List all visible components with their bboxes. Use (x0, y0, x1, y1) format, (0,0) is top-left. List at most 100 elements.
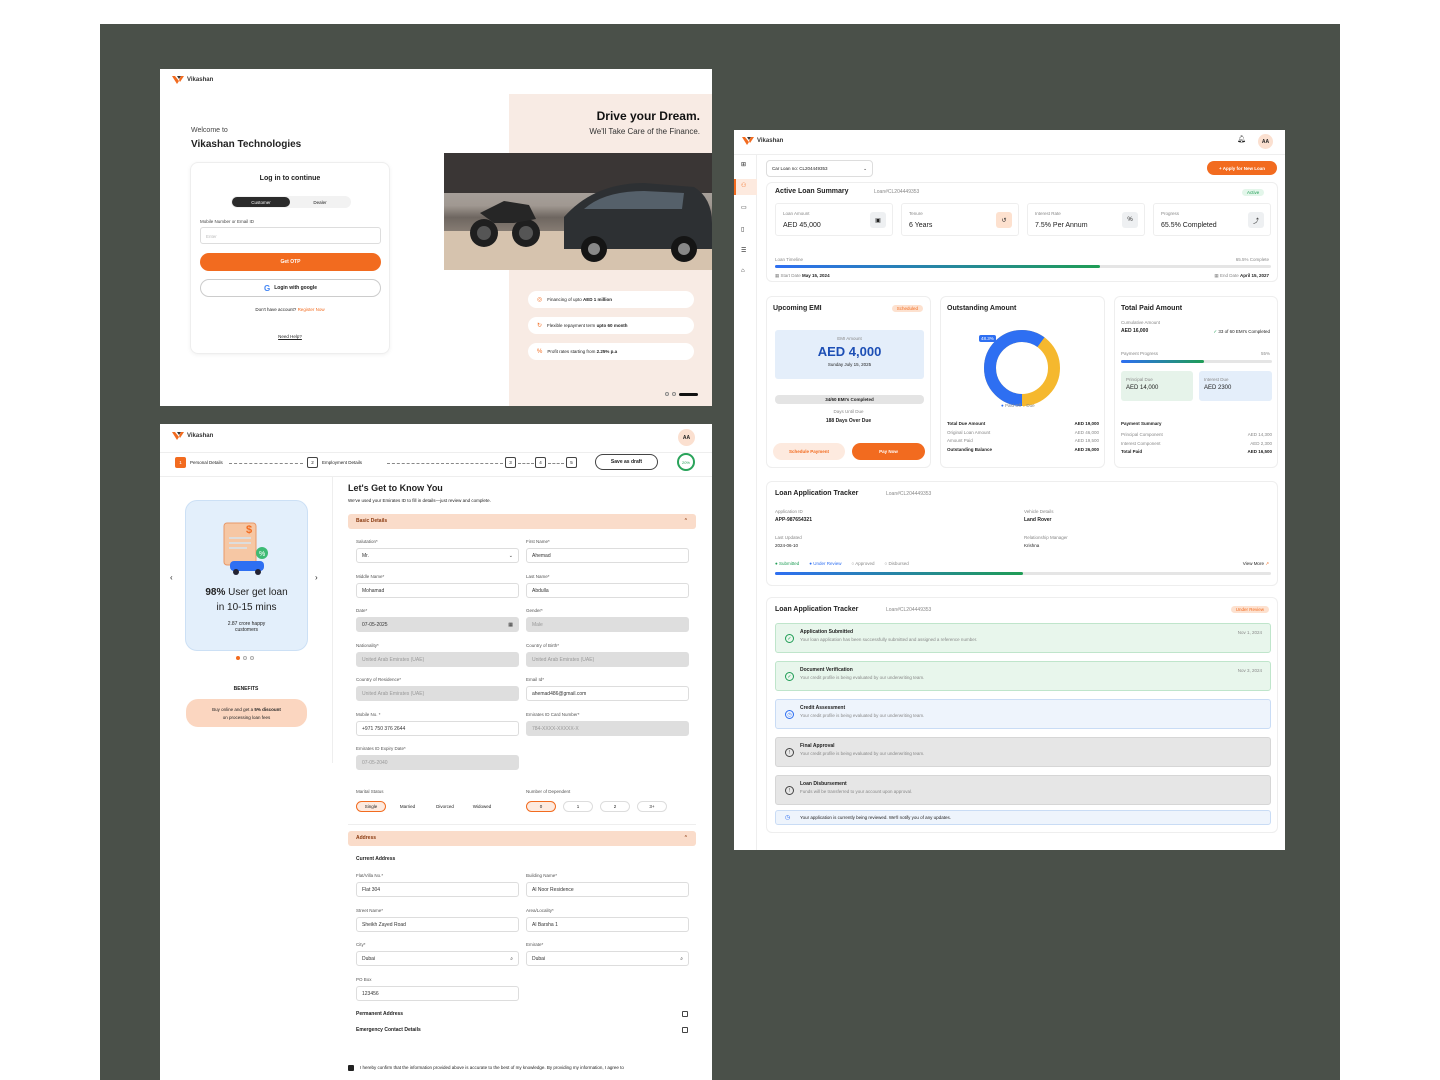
dashboard-screen: Vikashan 🔔︎ AA ⊞ ⚇ ▭ ▯ ☰ ⌂ Car Loan no: … (734, 130, 1285, 850)
divider (160, 452, 712, 453)
emergency-contact-checkbox[interactable] (682, 1027, 688, 1033)
dependents-3plus[interactable]: 3+ (637, 801, 667, 812)
gender-input[interactable]: Male (526, 617, 689, 632)
country-of-birth-input[interactable]: United Arab Emirates (UAE) (526, 652, 689, 667)
dot[interactable] (243, 656, 247, 660)
carousel-dots[interactable] (665, 392, 698, 396)
get-otp-button[interactable]: Get OTP (200, 253, 381, 271)
promo-card: $ % 98% User get loan in 10-15 mins 2.87… (185, 500, 308, 651)
dependents-0[interactable]: 0 (526, 801, 556, 812)
middle-name-input[interactable]: Mohamad (356, 583, 519, 598)
stat-value: AED 45,000 (783, 222, 821, 229)
street-input[interactable]: Sheikh Zayed Road (356, 917, 519, 932)
status-notice: ◷ Your application is currently being re… (775, 810, 1271, 825)
marital-divorced[interactable]: Divorced (428, 801, 462, 812)
dot-active[interactable] (236, 656, 240, 660)
step-4-number[interactable]: 4 (535, 457, 546, 468)
mobile-email-input[interactable]: Enter (200, 227, 381, 244)
step-5-number[interactable]: 5 (566, 457, 577, 468)
mobile-input[interactable]: +971 750 376 2644 (356, 721, 519, 736)
tab-dealer[interactable]: Dealer (291, 197, 349, 207)
vehicle-label: Vehicle Details (1024, 509, 1054, 514)
promo-dots[interactable] (236, 656, 254, 660)
loan-select[interactable]: Car Loan no: CL204449353 ⌄ (766, 160, 873, 177)
divider (734, 154, 1285, 155)
list-icon[interactable]: ☰ (741, 247, 746, 254)
avatar[interactable]: AA (1258, 134, 1273, 149)
emirate-input[interactable]: Dubai ⌕ (526, 951, 689, 966)
avatar[interactable]: AA (678, 429, 695, 446)
emi-amount-label: EMI Amount (837, 336, 862, 341)
step-3-number[interactable]: 3 (505, 457, 516, 468)
row-value: AED 2,300 (1250, 440, 1272, 446)
building-input[interactable]: Al Noor Residence (526, 882, 689, 897)
loans-nav-icon[interactable]: ⚇ (734, 179, 757, 195)
view-more-link[interactable]: View More ↗ (1243, 561, 1269, 567)
card-icon[interactable]: ▭ (741, 204, 747, 211)
address-header[interactable]: Address ⌃ (348, 831, 696, 846)
carousel-dot[interactable] (672, 392, 676, 396)
carousel-dot-active[interactable] (679, 392, 698, 396)
salutation-select[interactable]: Mr. ⌄ (356, 548, 519, 563)
emirates-id-input[interactable]: 784-XXXX-XXXXX-X (526, 721, 689, 736)
step-1-number[interactable]: 1 (175, 457, 186, 468)
tab-customer[interactable]: Customer (232, 197, 290, 207)
updated: 2024-06-10 (775, 543, 799, 548)
principal-label: Principal Due (1126, 377, 1153, 382)
timeline-fill (775, 265, 1100, 268)
chevron-up-icon[interactable]: ⌃ (684, 518, 688, 524)
document-icon[interactable]: ▯ (741, 226, 744, 233)
total-paid-title: Total Paid Amount (1121, 305, 1183, 312)
emirates-id-expiry-input[interactable]: 07-05-2040 (356, 755, 519, 770)
nationality-input[interactable]: United Arab Emirates (UAE) (356, 652, 519, 667)
apply-new-loan-button[interactable]: + Apply for New Loan (1207, 161, 1277, 175)
google-login-label: Login with google (274, 285, 317, 291)
dependents-2[interactable]: 2 (600, 801, 630, 812)
date-input[interactable]: 07-05-2025 ▦ (356, 617, 519, 632)
register-link[interactable]: Register Now (298, 307, 325, 312)
start-date: ▦ Start Date May 15, 2024 (775, 273, 830, 278)
first-name-input[interactable]: Ahemad (526, 548, 689, 563)
mobile-email-label: Mobile Number or Email ID (200, 219, 255, 224)
summary-row: Amount Paid AED 19,500 (947, 438, 1099, 443)
email-input[interactable]: ahemad486@gmail.com (526, 686, 689, 701)
save-draft-button[interactable]: Save as draft (595, 454, 658, 470)
step-approved: ○ Approved (851, 561, 875, 566)
carousel-next-icon[interactable]: › (315, 573, 318, 582)
step-connector (229, 463, 303, 464)
carousel-prev-icon[interactable]: ‹ (170, 573, 173, 582)
google-login-button[interactable]: G Login with google (200, 279, 381, 297)
status-done-icon: ✓ (785, 634, 794, 643)
home-icon[interactable]: ⌂ (741, 268, 745, 274)
confirm-checkbox[interactable] (348, 1065, 354, 1071)
carousel-dot[interactable] (665, 392, 669, 396)
tracker-item-date: Nov 3, 2024 (1237, 668, 1262, 673)
area-input[interactable]: Al Barsha 1 (526, 917, 689, 932)
step-connector (548, 463, 564, 464)
city-input[interactable]: Dubai ⌕ (356, 951, 519, 966)
bell-icon[interactable]: 🔔︎ (1237, 135, 1246, 143)
basic-details-header[interactable]: Basic Details ⌃ (348, 514, 696, 529)
dot[interactable] (250, 656, 254, 660)
schedule-payment-button[interactable]: Schedule Payment (773, 443, 845, 460)
app-id-label: Application ID (775, 509, 803, 514)
basic-details-title: Basic Details (356, 518, 388, 524)
residence-input[interactable]: United Arab Emirates (UAE) (356, 686, 519, 701)
marital-married[interactable]: Married (392, 801, 423, 812)
last-name-input[interactable]: Abdulla (526, 583, 689, 598)
hero-subtitle: We'll Take Care of the Finance. (589, 127, 700, 136)
need-help-link[interactable]: Need Help? (191, 334, 389, 339)
po-box-input[interactable]: 123456 (356, 986, 519, 1001)
emi-title: Upcoming EMI (773, 305, 822, 312)
marital-widowed[interactable]: Widowed (466, 801, 498, 812)
grid-icon[interactable]: ⊞ (741, 161, 746, 168)
step-2-number[interactable]: 2 (307, 457, 318, 468)
dependents-1[interactable]: 1 (563, 801, 593, 812)
flat-input[interactable]: Flat 304 (356, 882, 519, 897)
pay-now-button[interactable]: Pay Now (852, 443, 925, 460)
row-key: Original Loan Amount (947, 429, 991, 435)
marital-single[interactable]: Single (356, 801, 386, 812)
permanent-address-checkbox[interactable] (682, 1011, 688, 1017)
last-name-label: Last Name* (526, 574, 550, 579)
chevron-up-icon[interactable]: ⌃ (684, 835, 688, 841)
